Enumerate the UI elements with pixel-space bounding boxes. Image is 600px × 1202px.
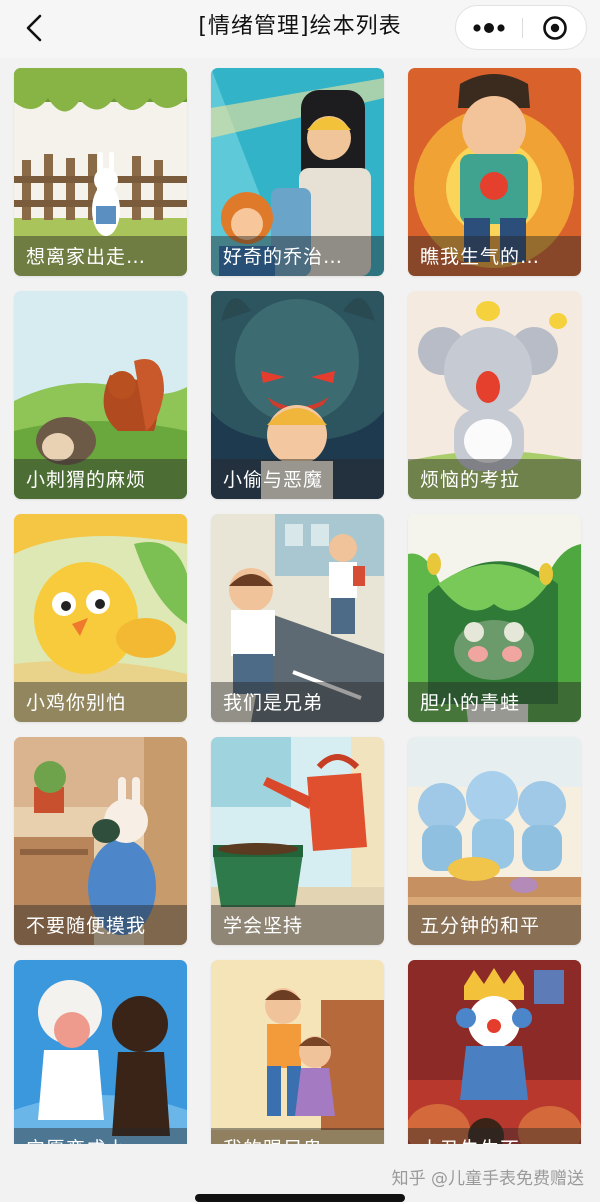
book-grid: 想离家出走… 好奇的乔治… 瞧我生气的… 小刺猬的麻烦 小偷与恶魔 烦恼的考拉 … (0, 58, 600, 1144)
book-title: 小鸡你别怕 (26, 692, 127, 714)
book-title: 小刺猬的麻烦 (26, 469, 147, 491)
more-button[interactable] (456, 6, 522, 49)
book-title: 宁愿变成小… (26, 1134, 146, 1144)
book-caption: 瞧我生气的… (408, 236, 581, 276)
book-card[interactable]: 胆小的青蛙 (408, 514, 581, 722)
book-card[interactable]: 我们是兄弟 (211, 514, 384, 722)
book-title: 小丑失生不… (420, 1134, 540, 1144)
book-card[interactable]: 五分钟的和平 (408, 737, 581, 945)
book-caption: 胆小的青蛙 (408, 682, 581, 722)
close-button[interactable] (523, 6, 587, 49)
book-title: 好奇的乔治… (223, 246, 344, 268)
book-card[interactable]: 小偷与恶魔 (211, 291, 384, 499)
book-card[interactable]: 小鸡你别怕 (14, 514, 187, 722)
book-caption: 小丑失生不… (408, 1128, 581, 1144)
book-card[interactable]: 瞧我生气的… (408, 68, 581, 276)
book-card[interactable]: 想离家出走… (14, 68, 187, 276)
book-title: 不要随便摸我 (26, 915, 147, 937)
book-card[interactable]: 好奇的乔治… (211, 68, 384, 276)
book-caption: 小刺猬的麻烦 (14, 459, 187, 499)
book-card[interactable]: 烦恼的考拉 (408, 291, 581, 499)
book-card[interactable]: 学会坚持 (211, 737, 384, 945)
home-indicator[interactable] (195, 1194, 405, 1202)
book-caption: 宁愿变成小… (14, 1128, 187, 1144)
book-caption: 五分钟的和平 (408, 905, 581, 945)
book-title: 我们是兄弟 (223, 692, 324, 714)
book-title: 五分钟的和平 (420, 915, 541, 937)
girl-shadow-illustration (14, 960, 187, 1144)
book-caption: 我们是兄弟 (211, 682, 384, 722)
book-caption: 烦恼的考拉 (408, 459, 581, 499)
book-card[interactable]: 小丑失生不… (408, 960, 581, 1144)
book-title: 想离家出走… (26, 246, 147, 268)
book-caption: 想离家出走… (14, 236, 187, 276)
book-title: 我的踢足鬼… (223, 1134, 343, 1144)
clown-illustration (408, 960, 581, 1144)
book-title: 瞧我生气的… (420, 246, 541, 268)
book-caption: 我的踢足鬼… (211, 1128, 384, 1144)
book-title: 学会坚持 (223, 915, 304, 937)
book-title: 烦恼的考拉 (420, 469, 521, 491)
book-card[interactable]: 小刺猬的麻烦 (14, 291, 187, 499)
watermark: 知乎 @儿童手表免费赠送 (391, 1169, 584, 1189)
miniprogram-capsule (455, 5, 587, 50)
book-caption: 学会坚持 (211, 905, 384, 945)
book-card[interactable]: 宁愿变成小… (14, 960, 187, 1144)
book-card[interactable]: 我的踢足鬼… (211, 960, 384, 1144)
navigation-bar: [情绪管理]绘本列表 (0, 0, 600, 58)
book-caption: 小偷与恶魔 (211, 459, 384, 499)
book-title: 小偷与恶魔 (223, 469, 324, 491)
book-card[interactable]: 不要随便摸我 (14, 737, 187, 945)
book-caption: 好奇的乔治… (211, 236, 384, 276)
more-dots-icon (473, 23, 505, 33)
target-close-icon (543, 16, 567, 40)
book-caption: 小鸡你别怕 (14, 682, 187, 722)
book-title: 胆小的青蛙 (420, 692, 521, 714)
book-caption: 不要随便摸我 (14, 905, 187, 945)
kids-playing-illustration (211, 960, 384, 1144)
